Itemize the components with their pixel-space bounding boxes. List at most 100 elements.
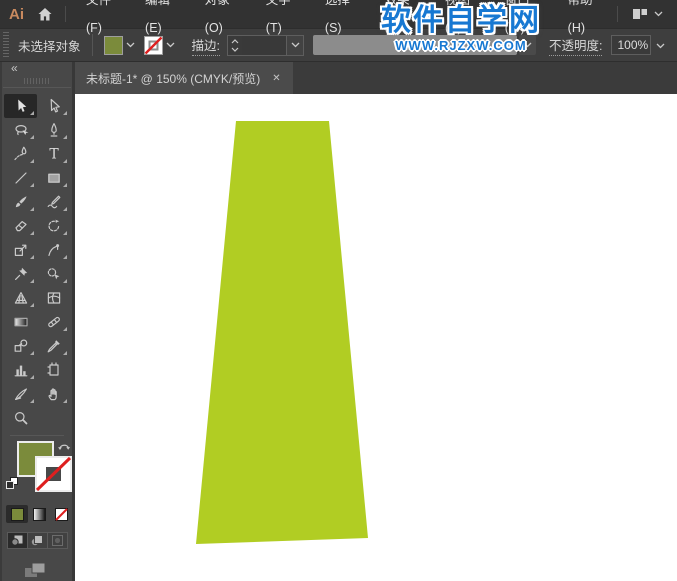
draw-behind-icon [31,535,44,546]
type-tool-icon: T [46,146,62,162]
zoom-tool[interactable] [4,406,37,430]
eyedropper-tool[interactable] [37,334,70,358]
fill-dropdown-button[interactable] [126,42,135,48]
pen-tool[interactable] [37,118,70,142]
blob-brush-tool[interactable] [37,310,70,334]
rotate-tool[interactable] [37,214,70,238]
tab-close-icon[interactable]: ✕ [272,73,280,84]
draw-behind-button[interactable] [27,532,48,549]
stroke-none-swatch[interactable] [144,36,163,55]
stepper-arrows[interactable] [228,36,242,55]
default-colors-icon [5,476,21,492]
type-tool[interactable]: T [37,142,70,166]
opacity-input[interactable]: 100% [611,35,651,55]
screen-mode-button[interactable] [24,562,72,581]
stroke-color-control [144,36,175,55]
chevron-down-icon [126,42,135,48]
mesh-tool-icon [46,290,62,306]
paintbrush-tool-icon [13,194,29,210]
shaper-tool[interactable] [37,190,70,214]
selection-tool[interactable] [4,94,37,118]
lasso-tool-icon [13,122,29,138]
illustrator-window: Ai 文件(F) 编辑(E) 对象(O) 文字(T) 选择(S) 效果(C) 视… [0,0,677,581]
rectangle-tool[interactable] [37,166,70,190]
gradient-swatch-icon [33,508,46,521]
toolbar-collapse-button[interactable]: « [2,62,72,77]
stroke-none-icon [144,36,163,55]
main-area: « [0,62,677,581]
gradient-button[interactable] [28,505,50,523]
document-area: 未标题-1* @ 150% (CMYK/预览) ✕ [75,62,677,581]
document-tab[interactable]: 未标题-1* @ 150% (CMYK/预览) ✕ [75,62,293,94]
selection-tool-icon [13,98,29,114]
shape-builder-tool[interactable] [37,262,70,286]
stroke-indicator[interactable] [35,456,72,492]
chevron-down-icon [656,43,665,49]
control-separator [92,34,93,56]
home-button[interactable] [37,7,53,22]
draw-inside-button[interactable] [47,532,68,549]
drawing-mode-buttons [7,532,72,549]
chevron-down-icon [523,42,532,48]
default-fill-stroke-button[interactable] [5,476,21,497]
chevron-up-icon [231,39,239,44]
perspective-grid-tool-icon [13,290,29,306]
brush-definition-dropdown[interactable] [313,35,517,55]
toolbar-grip[interactable] [24,78,50,84]
stroke-dropdown-button[interactable] [166,42,175,48]
workspace-switcher[interactable] [617,6,677,22]
panel-grip[interactable] [3,32,9,58]
line-segment-tool[interactable] [4,166,37,190]
slice-tool-icon [13,386,29,402]
color-button[interactable] [6,505,28,523]
curvature-tool[interactable] [4,142,37,166]
brush-dropdown-button[interactable] [519,35,536,55]
hand-tool[interactable] [37,382,70,406]
draw-normal-button[interactable] [7,532,28,549]
gradient-tool[interactable] [4,310,37,334]
stroke-weight-stepper [227,35,304,56]
canvas-shape[interactable] [196,121,368,544]
column-graph-tool[interactable] [4,358,37,382]
puppet-warp-tool[interactable] [37,238,70,262]
mesh-tool[interactable] [37,286,70,310]
home-icon [37,7,53,22]
opacity-dropdown-button[interactable] [656,38,665,52]
free-transform-tool[interactable] [4,238,37,262]
rectangle-tool-icon [46,170,62,186]
lasso-tool[interactable] [4,118,37,142]
anchor-pin-tool[interactable] [4,262,37,286]
rotate-tool-icon [46,218,62,234]
stroke-weight-label[interactable]: 描边: [192,35,220,56]
tools-panel: « [0,62,75,581]
canvas[interactable] [75,94,677,581]
puppet-warp-tool-icon [46,242,62,258]
stroke-weight-dropdown[interactable] [286,36,303,55]
selection-status: 未选择对象 [18,36,81,55]
screen-mode-icon [24,562,47,579]
menu-separator [617,6,618,22]
artboard-tool-icon [46,362,62,378]
fill-color-swatch[interactable] [104,36,123,55]
paintbrush-tool[interactable] [4,190,37,214]
swap-fill-stroke-button[interactable] [57,440,72,458]
perspective-grid-tool[interactable] [4,286,37,310]
opacity-label[interactable]: 不透明度: [549,35,602,56]
chevron-down-icon [231,47,239,52]
document-tab-title: 未标题-1* @ 150% (CMYK/预览) [86,70,260,87]
tools-grid: T [2,94,72,430]
stroke-weight-input[interactable] [242,36,286,55]
free-transform-tool-icon [13,242,29,258]
fill-color-control [104,36,135,55]
direct-selection-tool[interactable] [37,94,70,118]
blend-tool[interactable] [4,334,37,358]
column-graph-tool-icon [13,362,29,378]
slice-tool[interactable] [4,382,37,406]
none-button[interactable] [50,505,72,523]
shaper-tool-icon [46,194,62,210]
app-logo[interactable]: Ai [9,6,24,23]
stroke-none-indicator-icon [35,456,72,492]
artboard-tool[interactable] [37,358,70,382]
eraser-tool[interactable] [4,214,37,238]
artboard [75,94,672,581]
